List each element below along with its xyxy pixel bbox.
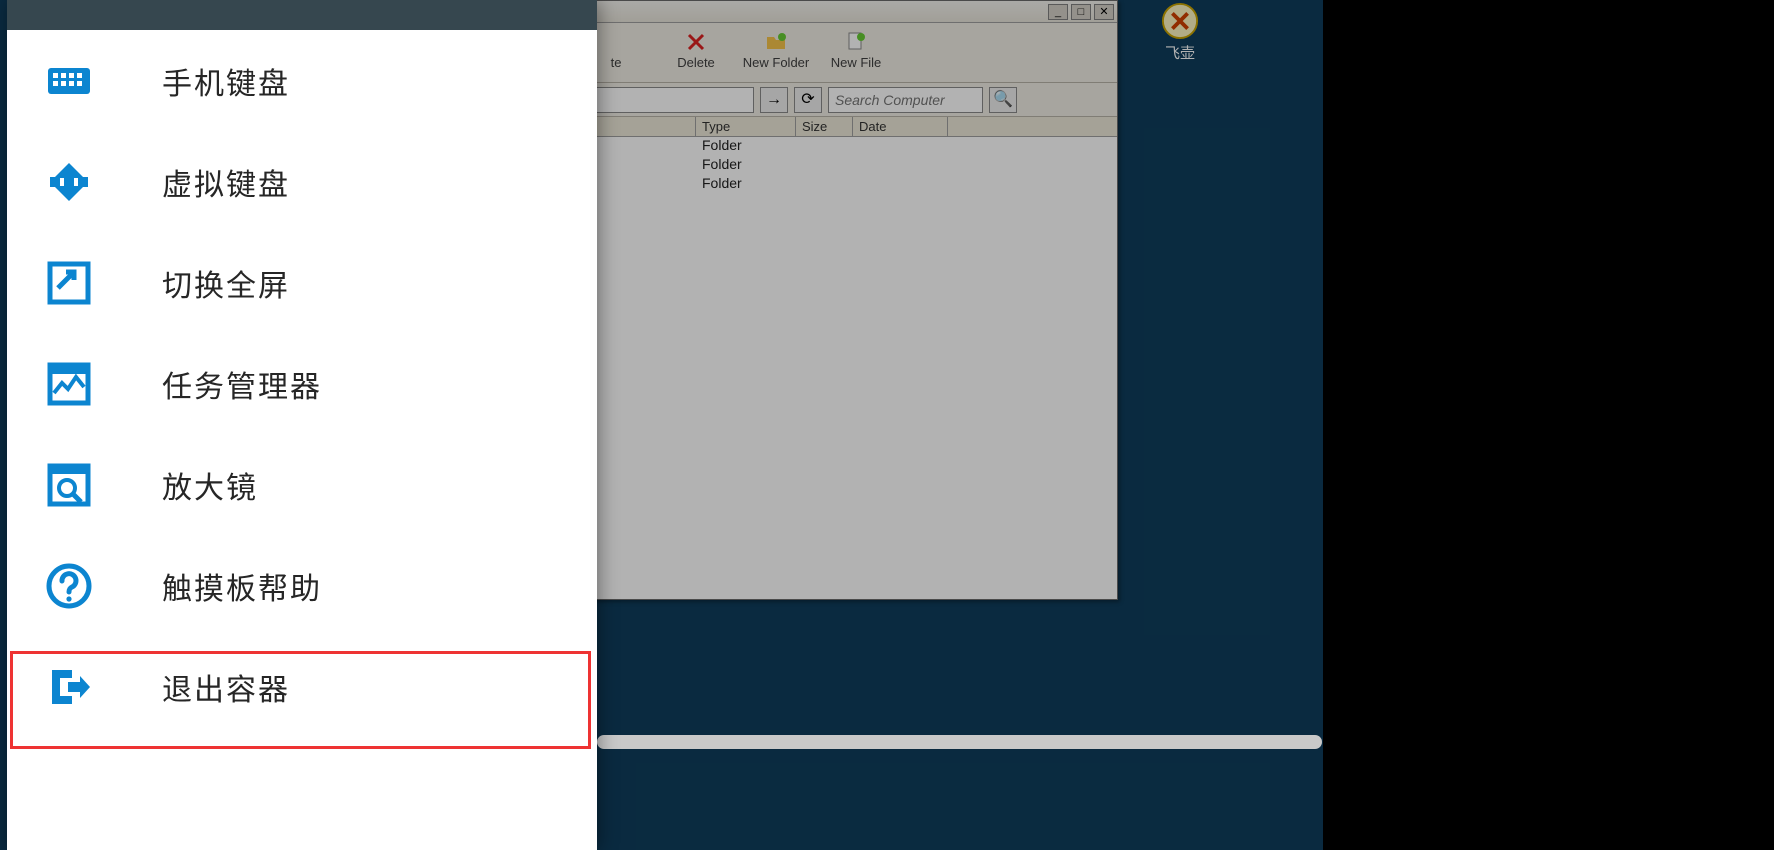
magnifier-icon [42, 458, 96, 512]
virtual-keyboard-icon [42, 155, 96, 209]
menu-item-task-manager[interactable]: 任务管理器 [7, 333, 597, 434]
menu-item-label: 触摸板帮助 [162, 564, 322, 608]
menu-item-label: 切换全屏 [162, 261, 290, 305]
menu-item-toggle-fullscreen[interactable]: 切换全屏 [7, 232, 597, 333]
remote-desktop-stage: 飞壶 _ □ ✕ te Delete New F [0, 0, 1323, 850]
menu-item-exit-container[interactable]: 退出容器 [7, 636, 597, 737]
side-menu-topbar [7, 0, 597, 30]
menu-item-label: 放大镜 [162, 463, 258, 507]
menu-item-label: 任务管理器 [162, 362, 322, 406]
menu-item-phone-keyboard[interactable]: 手机键盘 [7, 30, 597, 131]
menu-item-magnifier[interactable]: 放大镜 [7, 434, 597, 535]
menu-item-touchpad-help[interactable]: 触摸板帮助 [7, 535, 597, 636]
horizontal-scrollbar[interactable] [597, 735, 1322, 749]
touchpad-help-icon [42, 559, 96, 613]
menu-item-virtual-keyboard[interactable]: 虚拟键盘 [7, 131, 597, 232]
menu-item-label: 虚拟键盘 [162, 160, 290, 204]
task-manager-icon [42, 357, 96, 411]
menu-item-label: 手机键盘 [162, 59, 290, 103]
pillarbox-right [1323, 0, 1774, 850]
side-menu-panel: 手机键盘虚拟键盘切换全屏任务管理器放大镜触摸板帮助退出容器 [7, 0, 597, 850]
toggle-fullscreen-icon [42, 256, 96, 310]
menu-item-label: 退出容器 [162, 665, 290, 709]
exit-container-icon [42, 660, 96, 714]
phone-keyboard-icon [42, 54, 96, 108]
